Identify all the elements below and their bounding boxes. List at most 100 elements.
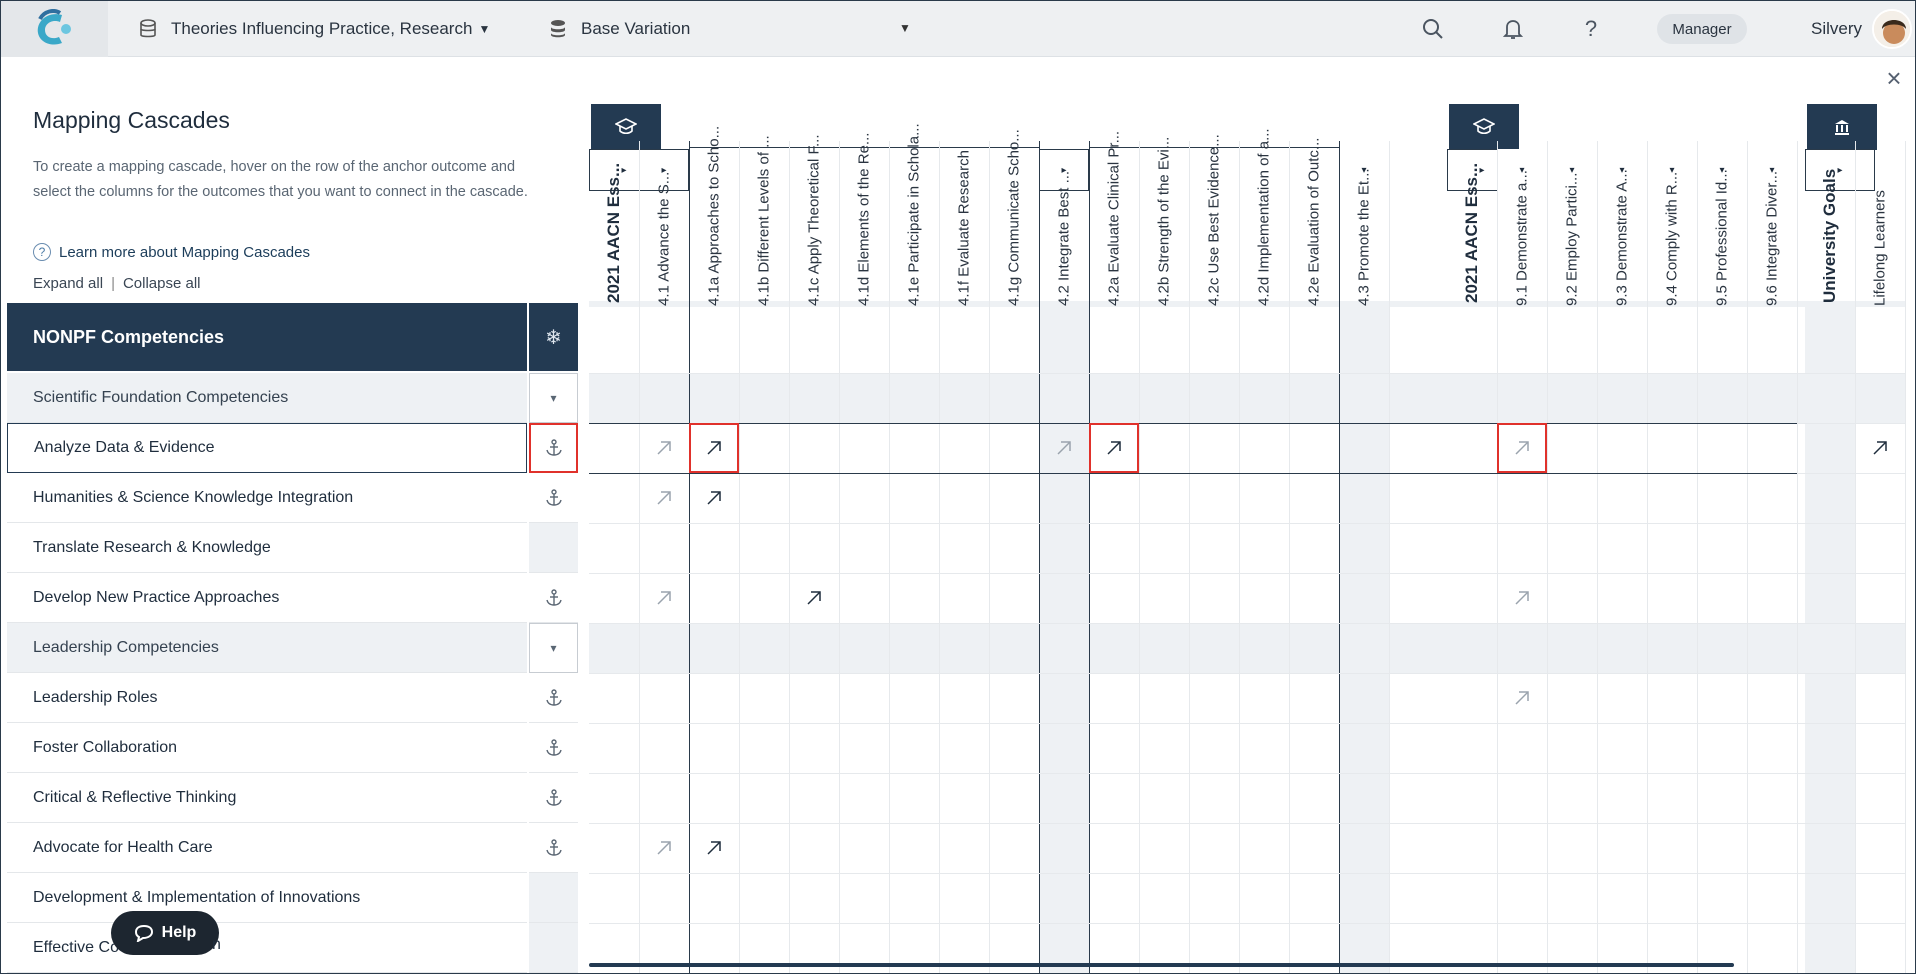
competency-row[interactable]: Leadership Roles <box>7 673 527 723</box>
horizontal-scrollbar[interactable] <box>589 963 1734 967</box>
competency-row[interactable]: Development & Implementation of Innovati… <box>7 873 527 923</box>
mapping-cell[interactable] <box>1855 423 1905 473</box>
snowflake-icon[interactable]: ❄ <box>529 303 578 371</box>
competency-label: Critical & Reflective Thinking <box>33 788 237 806</box>
avatar[interactable] <box>1872 9 1912 49</box>
competency-row[interactable]: Critical & Reflective Thinking <box>7 773 527 823</box>
competency-row[interactable]: Humanities & Science Knowledge Integrati… <box>7 473 527 523</box>
grid-vline <box>1189 141 1190 973</box>
column-header[interactable]: 4.2c Use Best Evidence... <box>1189 134 1239 331</box>
competency-row[interactable]: Advocate for Health Care <box>7 823 527 873</box>
group-tab[interactable] <box>1807 104 1877 150</box>
caret-down-icon: ▾ <box>550 391 557 405</box>
column-header[interactable]: 9.4 Comply with R... <box>1647 161 1697 331</box>
grid-vline <box>1855 141 1856 973</box>
collapse-group-button[interactable]: ▾ <box>529 373 578 423</box>
mapping-cell[interactable] <box>639 423 689 473</box>
mapping-cell[interactable] <box>1497 423 1547 473</box>
column-header[interactable]: University Goals <box>1805 161 1855 331</box>
search-icon[interactable] <box>1419 15 1447 43</box>
competency-label: Develop New Practice Approaches <box>33 588 280 606</box>
column-header[interactable]: 9.3 Demonstrate A... <box>1597 161 1647 331</box>
column-header[interactable]: 4.1e Participate in Schola... <box>889 123 939 331</box>
mapping-cell[interactable] <box>689 823 739 873</box>
arrow-up-right-icon <box>707 491 721 505</box>
column-header[interactable]: Lifelong Learners <box>1855 161 1905 331</box>
grid-vline <box>1905 141 1906 973</box>
competency-row[interactable]: Translate Research & Knowledge <box>7 523 527 573</box>
grid-vline <box>939 141 940 973</box>
mapping-grid: ▸ ▸ ▸ ▸ ▸ ▾ ▾ ▾ ▾ ▾ ▾ ▾ 2021 AACN Ess... 4.1 Advance … <box>589 101 1915 973</box>
column-header[interactable]: 4.1f Evaluate Research <box>939 150 989 331</box>
column-header[interactable]: 4.1g Communicate Scho... <box>989 129 1039 331</box>
expand-all-link[interactable]: Expand all <box>33 275 103 292</box>
column-header[interactable]: 4.3 Promote the Et... <box>1339 161 1389 331</box>
chevron-down-icon[interactable]: ▼ <box>899 21 911 35</box>
mapping-cell[interactable] <box>689 473 739 523</box>
anchor-button[interactable] <box>529 723 578 773</box>
grid-vline <box>839 141 840 973</box>
column-header-label: 4.3 Promote the Et... <box>1355 168 1373 306</box>
column-header[interactable]: 4.2b Strength of the Evi... <box>1139 137 1189 331</box>
role-badge[interactable]: Manager <box>1657 14 1747 44</box>
group-tab[interactable] <box>1449 104 1519 150</box>
column-header[interactable]: 9.2 Employ Partici... <box>1547 161 1597 331</box>
collapse-all-link[interactable]: Collapse all <box>123 275 201 292</box>
mapping-cell[interactable] <box>639 473 689 523</box>
column-header-label: 4.2 Integrate Best ... <box>1055 170 1073 306</box>
anchor-button[interactable] <box>529 423 578 473</box>
collapse-group-button[interactable]: ▾ <box>529 623 578 673</box>
column-header[interactable]: 4.1c Apply Theoretical F... <box>789 135 839 331</box>
competency-group-row[interactable]: Scientific Foundation Competencies <box>7 373 527 423</box>
anchor-button[interactable] <box>529 673 578 723</box>
group-tab[interactable] <box>591 104 661 150</box>
anchor-button[interactable] <box>529 573 578 623</box>
column-header[interactable]: 4.2d Implementation of a... <box>1239 128 1289 331</box>
variation-selector[interactable]: Base Variation <box>549 1 690 57</box>
column-header[interactable]: 4.2 Integrate Best ... <box>1039 161 1089 331</box>
column-header[interactable]: 9.5 Professional Id... <box>1697 161 1747 331</box>
mapping-cell[interactable] <box>1497 673 1547 723</box>
mapping-cell[interactable] <box>789 573 839 623</box>
arrow-up-right-icon <box>1515 591 1529 605</box>
help-button[interactable]: Help <box>111 911 219 955</box>
column-header[interactable]: 4.1 Advance the S... <box>639 161 689 331</box>
column-header[interactable]: 4.2e Evaluation of Outc... <box>1289 138 1339 331</box>
mapping-cell[interactable] <box>639 573 689 623</box>
column-header[interactable]: 4.1d Elements of the Re... <box>839 133 889 331</box>
help-question-icon[interactable]: ? <box>1577 15 1605 43</box>
app-logo[interactable] <box>1 1 108 57</box>
competency-row[interactable]: Foster Collaboration <box>7 723 527 773</box>
competency-row[interactable]: Develop New Practice Approaches <box>7 573 527 623</box>
column-header[interactable]: 4.2a Evaluate Clinical Pr... <box>1089 131 1139 331</box>
competency-row[interactable]: Effective Co <box>7 923 527 973</box>
mapping-cell[interactable] <box>689 423 739 473</box>
mapping-cell[interactable] <box>1089 423 1139 473</box>
competency-row[interactable]: Analyze Data & Evidence <box>7 423 527 473</box>
anchor-button[interactable] <box>529 823 578 873</box>
column-header-label: 4.2a Evaluate Clinical Pr... <box>1105 130 1123 306</box>
arrow-up-right-icon <box>657 491 671 505</box>
column-header[interactable]: 9.6 Integrate Diver... <box>1747 161 1797 331</box>
column-header[interactable]: 2021 AACN Ess... <box>1447 161 1497 331</box>
mapping-cell[interactable] <box>639 823 689 873</box>
expand-collapse-controls: Expand all | Collapse all <box>33 275 201 292</box>
user-name[interactable]: Silvery <box>1811 1 1862 57</box>
anchor-button[interactable] <box>529 473 578 523</box>
close-icon[interactable]: × <box>1881 65 1907 91</box>
column-header[interactable]: 4.1a Approaches to Scho... <box>689 126 739 331</box>
program-selector[interactable]: Theories Influencing Practice, Research … <box>139 1 490 57</box>
mapping-cell[interactable] <box>1497 573 1547 623</box>
anchor-button[interactable] <box>529 773 578 823</box>
bell-icon[interactable] <box>1499 15 1527 43</box>
competency-group-row[interactable]: Leadership Competencies <box>7 623 527 673</box>
learn-more-link[interactable]: ? Learn more about Mapping Cascades <box>33 243 310 261</box>
mapping-cell[interactable] <box>1039 423 1089 473</box>
column-header-label: 9.6 Integrate Diver... <box>1763 170 1781 306</box>
column-header[interactable]: 9.1 Demonstrate a... <box>1497 161 1547 331</box>
column-header-label: Lifelong Learners <box>1871 190 1889 306</box>
arrow-up-right-icon <box>1873 441 1887 455</box>
competency-label: Analyze Data & Evidence <box>34 439 215 456</box>
column-header[interactable]: 2021 AACN Ess... <box>589 161 639 331</box>
column-header[interactable]: 4.1b Different Levels of ... <box>739 135 789 331</box>
